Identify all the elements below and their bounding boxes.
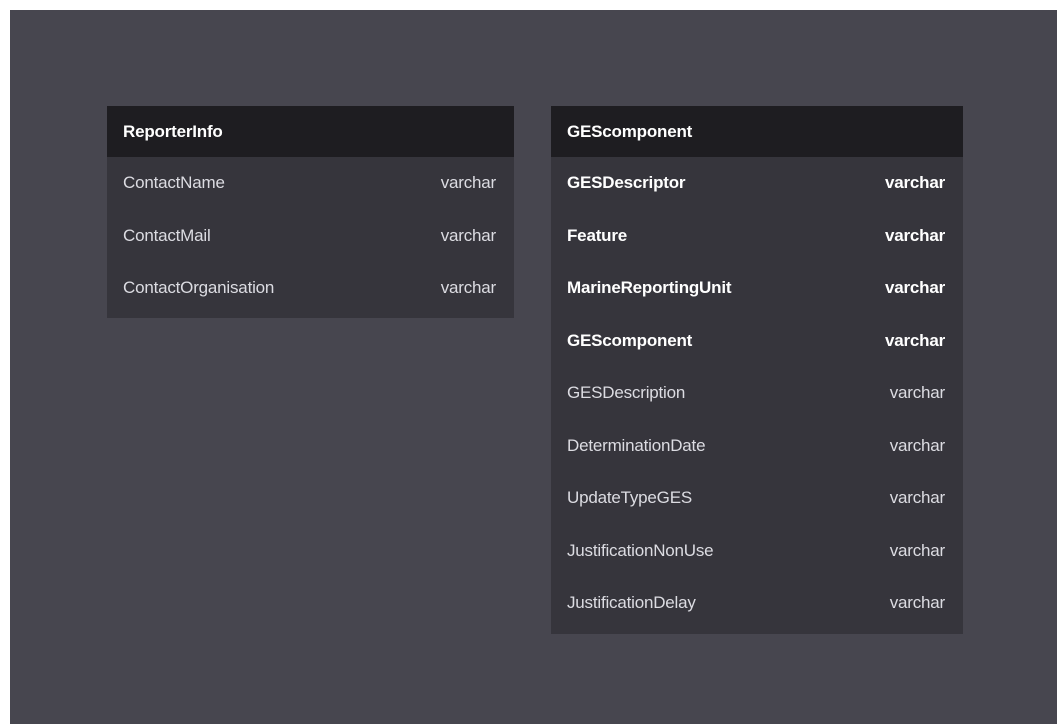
field-name: ContactMail bbox=[123, 225, 211, 245]
field-row-key[interactable]: Feature varchar bbox=[551, 210, 963, 263]
field-name: MarineReportingUnit bbox=[567, 278, 732, 298]
field-name: GESDescription bbox=[567, 383, 686, 403]
field-row[interactable]: ContactMail varchar bbox=[107, 210, 514, 263]
entity-header[interactable]: ReporterInfo bbox=[107, 106, 514, 157]
field-type: varchar bbox=[889, 383, 945, 403]
field-name: ContactOrganisation bbox=[123, 278, 275, 298]
field-type: varchar bbox=[440, 173, 496, 193]
field-type: varchar bbox=[440, 278, 496, 298]
field-row[interactable]: JustificationDelay varchar bbox=[551, 577, 963, 630]
entity-header[interactable]: GEScomponent bbox=[551, 106, 963, 157]
field-name: JustificationDelay bbox=[567, 593, 696, 613]
field-row[interactable]: ContactName varchar bbox=[107, 157, 514, 210]
field-type: varchar bbox=[889, 435, 945, 455]
field-row-key[interactable]: GEScomponent varchar bbox=[551, 315, 963, 368]
field-row-key[interactable]: MarineReportingUnit varchar bbox=[551, 262, 963, 315]
field-type: varchar bbox=[889, 593, 945, 613]
field-name: Feature bbox=[567, 225, 628, 245]
field-name: DeterminationDate bbox=[567, 435, 706, 455]
entity-table-reporterinfo[interactable]: ReporterInfo ContactName varchar Contact… bbox=[107, 106, 514, 318]
field-row[interactable]: JustificationNonUse varchar bbox=[551, 525, 963, 578]
field-name: GESDescriptor bbox=[567, 173, 686, 193]
field-row[interactable]: GESDescription varchar bbox=[551, 367, 963, 420]
entity-table-gescomponent[interactable]: GEScomponent GESDescriptor varchar Featu… bbox=[551, 106, 963, 634]
field-type: varchar bbox=[884, 173, 945, 193]
entity-title: ReporterInfo bbox=[123, 121, 223, 141]
field-row[interactable]: DeterminationDate varchar bbox=[551, 420, 963, 473]
field-name: ContactName bbox=[123, 173, 225, 193]
field-type: varchar bbox=[884, 330, 945, 350]
entity-title: GEScomponent bbox=[567, 121, 693, 141]
field-name: UpdateTypeGES bbox=[567, 488, 692, 508]
field-row-key[interactable]: GESDescriptor varchar bbox=[551, 157, 963, 210]
field-type: varchar bbox=[884, 225, 945, 245]
field-type: varchar bbox=[889, 488, 945, 508]
field-type: varchar bbox=[884, 278, 945, 298]
field-name: GEScomponent bbox=[567, 330, 693, 350]
field-type: varchar bbox=[440, 225, 496, 245]
diagram-canvas: ReporterInfo ContactName varchar Contact… bbox=[10, 10, 1057, 724]
field-row[interactable]: UpdateTypeGES varchar bbox=[551, 472, 963, 525]
field-type: varchar bbox=[889, 540, 945, 560]
field-name: JustificationNonUse bbox=[567, 540, 714, 560]
field-row[interactable]: ContactOrganisation varchar bbox=[107, 262, 514, 315]
